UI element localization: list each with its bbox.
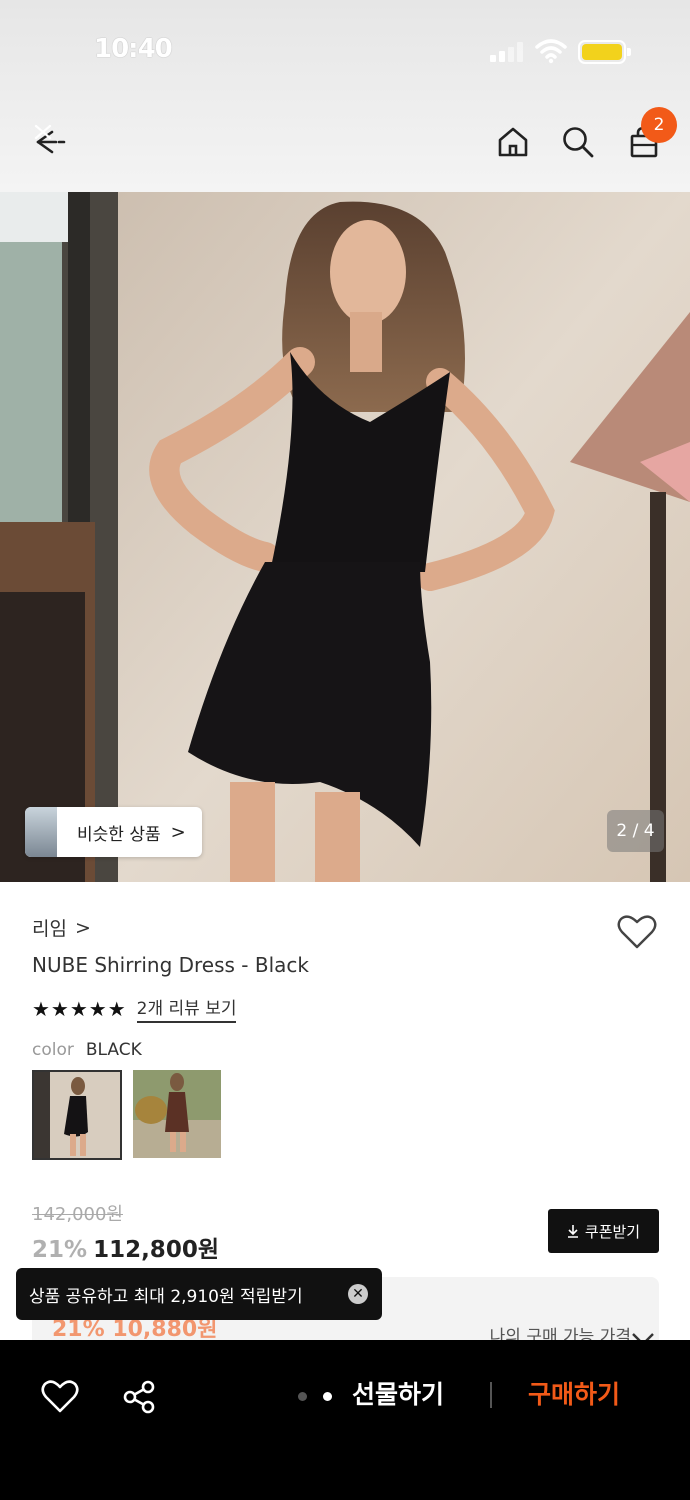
home-icon [498, 127, 528, 157]
sale-price-row: 21% 112,800원 [32, 1230, 219, 1264]
product-detail-page: 10:40 2 비슷한 상품 > 2 / 4 리임 > NUBE Shirrin… [0, 0, 690, 1500]
product-name: NUBE Shirring Dress - Black [32, 953, 309, 977]
swatch-thumbnail [133, 1070, 221, 1158]
back-button[interactable] [22, 118, 70, 166]
similar-products-label: 비슷한 상품 [77, 824, 161, 845]
coupon-button[interactable]: 쿠폰받기 [548, 1209, 659, 1253]
chevron-right-icon: > [170, 821, 186, 843]
product-image-gallery[interactable] [0, 192, 690, 882]
similar-thumbnail [25, 807, 57, 857]
home-button[interactable] [489, 118, 537, 166]
bottom-action-bar: 선물하기 구매하기 [0, 1340, 690, 1500]
coupon-label: 쿠폰받기 [584, 1222, 641, 1241]
similar-products-button[interactable]: 비슷한 상품 > [25, 807, 202, 857]
image-pager: 2 / 4 [607, 810, 664, 852]
toast-close-icon[interactable]: ✕ [348, 1284, 368, 1304]
dots-indicator [298, 1392, 332, 1401]
color-row: color BLACK [32, 1040, 142, 1060]
buy-button[interactable]: 구매하기 [528, 1375, 620, 1411]
wifi-icon [535, 39, 567, 64]
color-label: color [32, 1040, 74, 1060]
original-price: 142,000원 [32, 1204, 123, 1225]
search-button[interactable] [554, 118, 602, 166]
battery-icon [578, 40, 631, 64]
star-rating: ★★★★★ [32, 996, 127, 1021]
color-swatch-black[interactable] [32, 1070, 122, 1160]
wishlist-heart-icon[interactable] [616, 912, 658, 952]
color-swatch-brown[interactable] [133, 1070, 223, 1160]
chevron-right-icon: > [74, 916, 91, 939]
review-link[interactable]: 2개 리뷰 보기 [136, 994, 237, 1023]
discount-rate: 21% [32, 1237, 88, 1263]
gift-button[interactable]: 선물하기 [352, 1375, 444, 1411]
back-arrow-icon [34, 124, 66, 154]
share-icon[interactable] [120, 1377, 160, 1417]
download-icon [567, 1225, 578, 1238]
divider [490, 1382, 492, 1408]
rating-row: ★★★★★ 2개 리뷰 보기 [32, 994, 237, 1023]
color-value: BLACK [85, 1040, 142, 1060]
brand-link[interactable]: 리임 > [32, 914, 91, 941]
search-icon [563, 127, 594, 158]
sale-price: 112,800원 [93, 1237, 219, 1263]
swatch-thumbnail [34, 1072, 120, 1158]
share-reward-toast: 상품 공유하고 최대 2,910원 적립받기 ✕ [16, 1268, 382, 1320]
cart-count-badge: 2 [641, 107, 677, 143]
toast-message: 상품 공유하고 최대 2,910원 적립받기 [29, 1286, 303, 1307]
status-time: 10:40 [94, 34, 173, 64]
product-photo [0, 192, 690, 882]
signal-icon [490, 42, 524, 62]
wishlist-heart-icon[interactable] [40, 1377, 80, 1417]
brand-name: 리임 [32, 918, 67, 940]
top-bar: 10:40 2 [0, 0, 690, 192]
